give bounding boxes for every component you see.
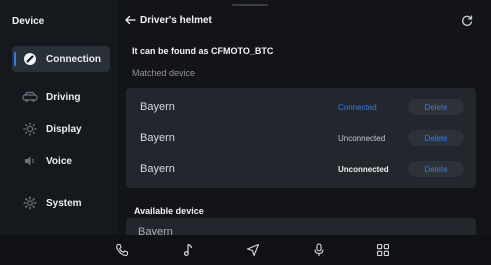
page-header: Driver's helmet — [124, 12, 212, 28]
navigation-icon[interactable] — [245, 242, 261, 258]
speaker-icon — [22, 153, 38, 169]
active-indicator — [14, 52, 16, 66]
connection-status: Connected — [338, 102, 377, 112]
list-item[interactable]: Bayern Unconnected Delete — [126, 123, 476, 153]
connection-status: Unconnected — [338, 164, 389, 174]
device-name: Bayern — [140, 132, 175, 144]
app-root: Device Connection Driving Display Voice … — [0, 0, 491, 265]
sun-icon — [22, 121, 38, 137]
bottom-dock — [0, 235, 491, 265]
sidebar-item-label: Voice — [46, 155, 72, 167]
gear-icon — [22, 195, 38, 211]
drag-handle[interactable] — [232, 4, 268, 6]
sidebar-item-label: Connection — [46, 53, 101, 65]
device-visibility-text: It can be found as CFMOTO_BTC — [132, 46, 274, 56]
apps-grid-icon[interactable] — [375, 242, 391, 258]
sidebar-title: Device — [12, 16, 45, 27]
sidebar-item-voice[interactable]: Voice — [12, 148, 110, 174]
device-name: Bayern — [140, 101, 175, 113]
matched-device-list: Bayern Connected Delete Bayern Unconnect… — [126, 88, 476, 188]
sidebar-item-label: Display — [46, 123, 82, 135]
phone-icon[interactable] — [114, 242, 130, 258]
sidebar-item-display[interactable]: Display — [12, 116, 110, 142]
connection-status: Unconnected — [338, 133, 386, 143]
sidebar: Device Connection Driving Display Voice … — [0, 0, 118, 265]
delete-button[interactable]: Delete — [408, 161, 464, 177]
list-item[interactable]: Bayern Connected Delete — [126, 92, 476, 122]
sidebar-item-system[interactable]: System — [12, 190, 110, 216]
sidebar-item-label: Driving — [46, 91, 81, 103]
back-arrow-icon[interactable] — [124, 15, 136, 25]
link-icon — [22, 51, 38, 67]
matched-device-label: Matched device — [132, 68, 196, 78]
list-item[interactable]: Bayern Unconnected Delete — [126, 154, 476, 184]
available-device-label: Available device — [134, 206, 204, 216]
sidebar-item-driving[interactable]: Driving — [12, 84, 110, 110]
car-icon — [22, 89, 38, 105]
music-icon[interactable] — [180, 242, 196, 258]
device-name: Bayern — [140, 163, 175, 175]
delete-button[interactable]: Delete — [408, 130, 464, 146]
page-title: Driver's helmet — [140, 14, 212, 26]
refresh-icon[interactable] — [461, 14, 473, 26]
delete-button[interactable]: Delete — [408, 99, 464, 115]
sidebar-item-connection[interactable]: Connection — [12, 46, 110, 72]
sidebar-item-label: System — [46, 197, 82, 209]
mic-icon[interactable] — [311, 242, 327, 258]
